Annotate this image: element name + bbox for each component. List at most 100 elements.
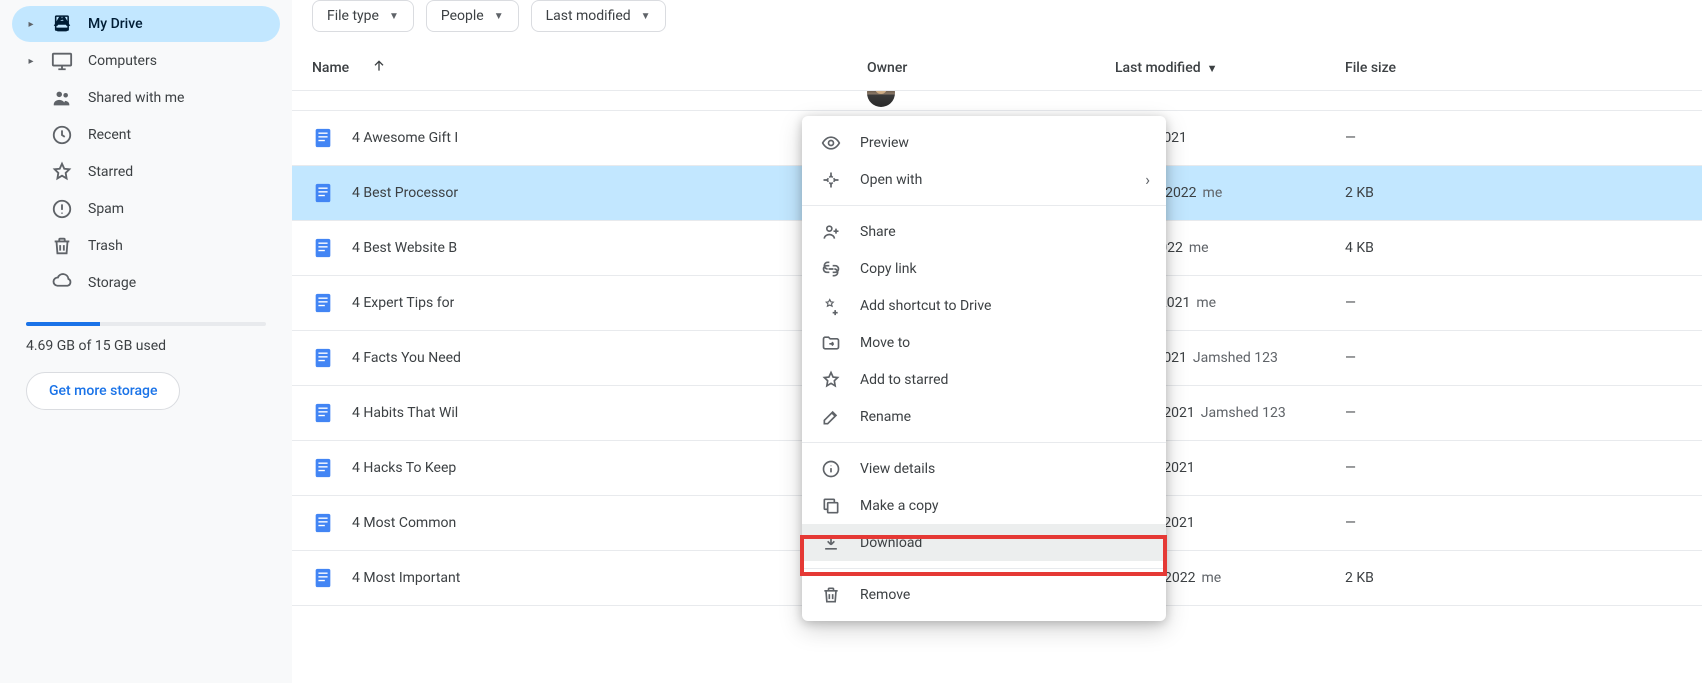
trash-icon — [820, 584, 842, 606]
expand-icon[interactable]: ▸ — [26, 56, 36, 67]
menu-open-with[interactable]: Open with › — [802, 161, 1166, 198]
trash-icon — [50, 234, 74, 258]
sidebar-item-label: Shared with me — [88, 90, 184, 106]
sidebar-item-storage[interactable]: ▸ Storage — [12, 265, 280, 301]
caret-down-icon: ▼ — [494, 11, 504, 22]
sidebar-item-label: Spam — [88, 201, 124, 217]
main-content: File type▼ People▼ Last modified▼ Name O… — [292, 0, 1702, 683]
drive-icon — [50, 12, 74, 36]
file-name: 4 Best Processor — [352, 185, 458, 201]
file-size: — — [1345, 350, 1356, 366]
file-size: 4 KB — [1345, 240, 1374, 256]
file-name: 4 Habits That Wil — [352, 405, 458, 421]
sidebar-item-label: Starred — [88, 164, 133, 180]
storage-text: 4.69 GB of 15 GB used — [26, 338, 266, 354]
caret-down-icon: ▼ — [1207, 62, 1218, 75]
column-modified[interactable]: Last modified — [1115, 60, 1201, 76]
modified-by: me — [1203, 185, 1223, 201]
move-to-icon — [820, 332, 842, 354]
file-size: — — [1345, 515, 1356, 531]
file-name: 4 Expert Tips for — [352, 295, 454, 311]
get-more-storage-button[interactable]: Get more storage — [26, 372, 180, 410]
sidebar-item-computers[interactable]: ▸ Computers — [12, 43, 280, 79]
sidebar-item-recent[interactable]: ▸ Recent — [12, 117, 280, 153]
info-icon — [820, 458, 842, 480]
column-name[interactable]: Name — [312, 60, 349, 76]
docs-icon — [312, 567, 334, 589]
menu-move-to[interactable]: Move to — [802, 324, 1166, 361]
sidebar-item-label: Recent — [88, 127, 131, 143]
file-size: — — [1345, 460, 1356, 476]
menu-rename[interactable]: Rename — [802, 398, 1166, 435]
menu-download[interactable]: Download — [802, 524, 1166, 561]
menu-make-copy[interactable]: Make a copy — [802, 487, 1166, 524]
spam-icon — [50, 197, 74, 221]
modified-by: Jamshed 123 — [1201, 405, 1286, 421]
storage-icon — [50, 271, 74, 295]
open-with-icon — [820, 169, 842, 191]
docs-icon — [312, 127, 334, 149]
sidebar-item-my-drive[interactable]: ▸ My Drive — [12, 6, 280, 42]
file-size: — — [1345, 405, 1356, 421]
menu-add-starred[interactable]: Add to starred — [802, 361, 1166, 398]
recent-icon — [50, 123, 74, 147]
sidebar-item-label: Computers — [88, 53, 157, 69]
filter-last-modified[interactable]: Last modified▼ — [531, 0, 666, 32]
menu-view-details[interactable]: View details — [802, 450, 1166, 487]
modified-by: me — [1202, 570, 1222, 586]
menu-preview[interactable]: Preview — [802, 124, 1166, 161]
file-name: 4 Best Website B — [352, 240, 457, 256]
storage-bar — [26, 322, 266, 326]
caret-down-icon: ▼ — [389, 11, 399, 22]
modified-by: me — [1189, 240, 1209, 256]
menu-share[interactable]: Share — [802, 213, 1166, 250]
docs-icon — [312, 292, 334, 314]
docs-icon — [312, 182, 334, 204]
modified-by: Jamshed 123 — [1193, 350, 1278, 366]
add-shortcut-icon — [820, 295, 842, 317]
sidebar-item-label: Storage — [88, 275, 136, 291]
menu-add-shortcut[interactable]: Add shortcut to Drive — [802, 287, 1166, 324]
link-icon — [820, 258, 842, 280]
copy-icon — [820, 495, 842, 517]
sidebar-item-label: My Drive — [88, 16, 143, 32]
table-header: Name Owner Last modified ▼ File size — [292, 44, 1702, 91]
filter-people[interactable]: People▼ — [426, 0, 519, 32]
sidebar-item-label: Trash — [88, 238, 123, 254]
avatar — [867, 91, 895, 107]
sidebar: ▸ My Drive ▸ Computers ▸ Shared with me … — [0, 0, 292, 683]
table-row[interactable] — [292, 91, 1702, 111]
docs-icon — [312, 237, 334, 259]
docs-icon — [312, 347, 334, 369]
caret-down-icon: ▼ — [641, 11, 651, 22]
sidebar-item-spam[interactable]: ▸ Spam — [12, 191, 280, 227]
docs-icon — [312, 402, 334, 424]
eye-icon — [820, 132, 842, 154]
file-name: 4 Most Important — [352, 570, 460, 586]
shared-icon — [50, 86, 74, 110]
file-size: — — [1345, 130, 1356, 146]
chevron-right-icon: › — [1145, 170, 1150, 189]
sidebar-item-trash[interactable]: ▸ Trash — [12, 228, 280, 264]
sidebar-item-starred[interactable]: ▸ Starred — [12, 154, 280, 190]
file-size: — — [1345, 295, 1356, 311]
filter-file-type[interactable]: File type▼ — [312, 0, 414, 32]
docs-icon — [312, 457, 334, 479]
download-icon — [820, 532, 842, 554]
file-size: 2 KB — [1345, 185, 1374, 201]
filter-bar: File type▼ People▼ Last modified▼ — [292, 0, 1702, 44]
menu-remove[interactable]: Remove — [802, 576, 1166, 613]
computers-icon — [50, 49, 74, 73]
file-name: 4 Hacks To Keep — [352, 460, 456, 476]
star-icon — [820, 369, 842, 391]
sort-arrow-up-icon[interactable] — [371, 58, 387, 78]
sidebar-item-shared[interactable]: ▸ Shared with me — [12, 80, 280, 116]
column-size[interactable]: File size — [1345, 60, 1396, 76]
modified-by: me — [1196, 295, 1216, 311]
rename-icon — [820, 406, 842, 428]
docs-icon — [312, 512, 334, 534]
file-name: 4 Most Common — [352, 515, 456, 531]
column-owner[interactable]: Owner — [867, 60, 907, 76]
expand-icon[interactable]: ▸ — [26, 19, 36, 30]
menu-copy-link[interactable]: Copy link — [802, 250, 1166, 287]
